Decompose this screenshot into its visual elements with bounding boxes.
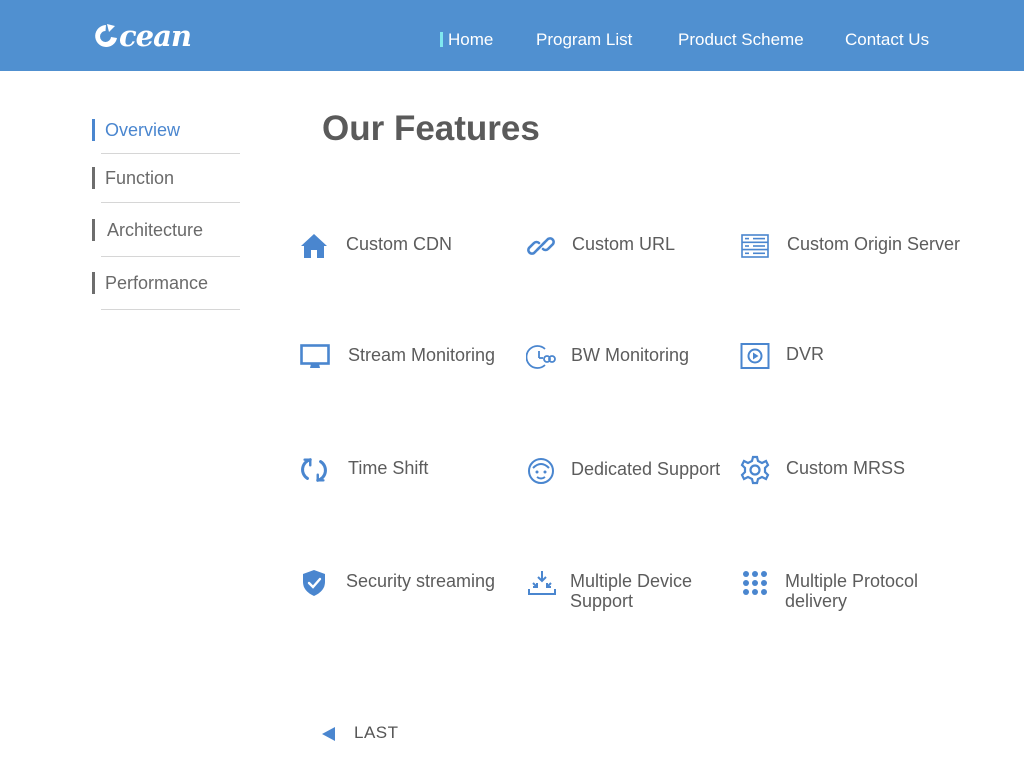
logo-mark-icon: [95, 24, 117, 47]
page-title: Our Features: [322, 109, 540, 148]
feature-label: Custom URL: [572, 234, 676, 254]
home-icon: [299, 231, 329, 261]
nav-item-label: Product Scheme: [678, 30, 804, 49]
nav-item-label: Program List: [536, 30, 633, 49]
sidebar-divider: [101, 256, 240, 257]
server-icon: [740, 231, 770, 261]
feature-label: Custom MRSS: [786, 458, 906, 478]
sidebar-accent-bar: [92, 119, 95, 141]
sidebar-item-label: Overview: [105, 120, 181, 140]
shield-check-icon: [299, 568, 329, 598]
feature-label: Time Shift: [348, 458, 429, 478]
nav-item-contact-us[interactable]: Contact Us: [845, 29, 929, 51]
sidebar-item-label: Performance: [105, 273, 209, 293]
gear-icon: [740, 455, 770, 485]
feature-label: Security streaming: [346, 571, 496, 591]
video-play-icon: [740, 341, 770, 371]
nav-item-home[interactable]: Home: [440, 29, 494, 51]
feature-label: Stream Monitoring: [348, 345, 496, 365]
feature-label: Custom CDN: [346, 234, 453, 254]
feature-label: Dedicated Support: [571, 459, 721, 479]
nav-item-program-list[interactable]: Program List: [536, 29, 632, 51]
dot-grid-icon: [740, 568, 770, 598]
sidebar-accent-bar: [92, 219, 95, 241]
feature-label: Multiple Device Support: [570, 571, 693, 611]
feature-label: Multiple Protocol delivery: [785, 571, 919, 611]
link-icon: [526, 231, 556, 261]
download-tray-icon: [527, 568, 557, 598]
sidebar-divider: [101, 202, 240, 203]
feature-label: BW Monitoring: [571, 345, 690, 365]
sidebar-divider: [101, 309, 240, 310]
nav-item-label: Home: [448, 30, 494, 49]
bandwidth-gauge-icon: [526, 342, 556, 372]
sidebar-accent-bar: [92, 272, 95, 294]
monitor-icon: [300, 342, 330, 372]
arrow-left-icon: [322, 727, 335, 741]
sidebar-item-label: Architecture: [107, 220, 204, 240]
top-header: cean Home Program List Product Scheme Co…: [0, 0, 1024, 71]
refresh-icon: [299, 455, 329, 485]
feature-label: DVR: [786, 344, 825, 364]
active-nav-marker: [440, 32, 443, 47]
logo[interactable]: cean: [91, 18, 192, 53]
support-agent-icon: [526, 456, 556, 486]
nav-item-label: Contact Us: [845, 30, 930, 49]
sidebar-item-label: Function: [105, 168, 175, 188]
sidebar-accent-bar: [92, 167, 95, 189]
sidebar-divider: [101, 153, 240, 154]
feature-label: Custom Origin Server: [787, 234, 961, 254]
nav-item-product-scheme[interactable]: Product Scheme: [678, 29, 804, 51]
pager-label: LAST: [354, 723, 399, 742]
logo-text: cean: [119, 18, 192, 53]
